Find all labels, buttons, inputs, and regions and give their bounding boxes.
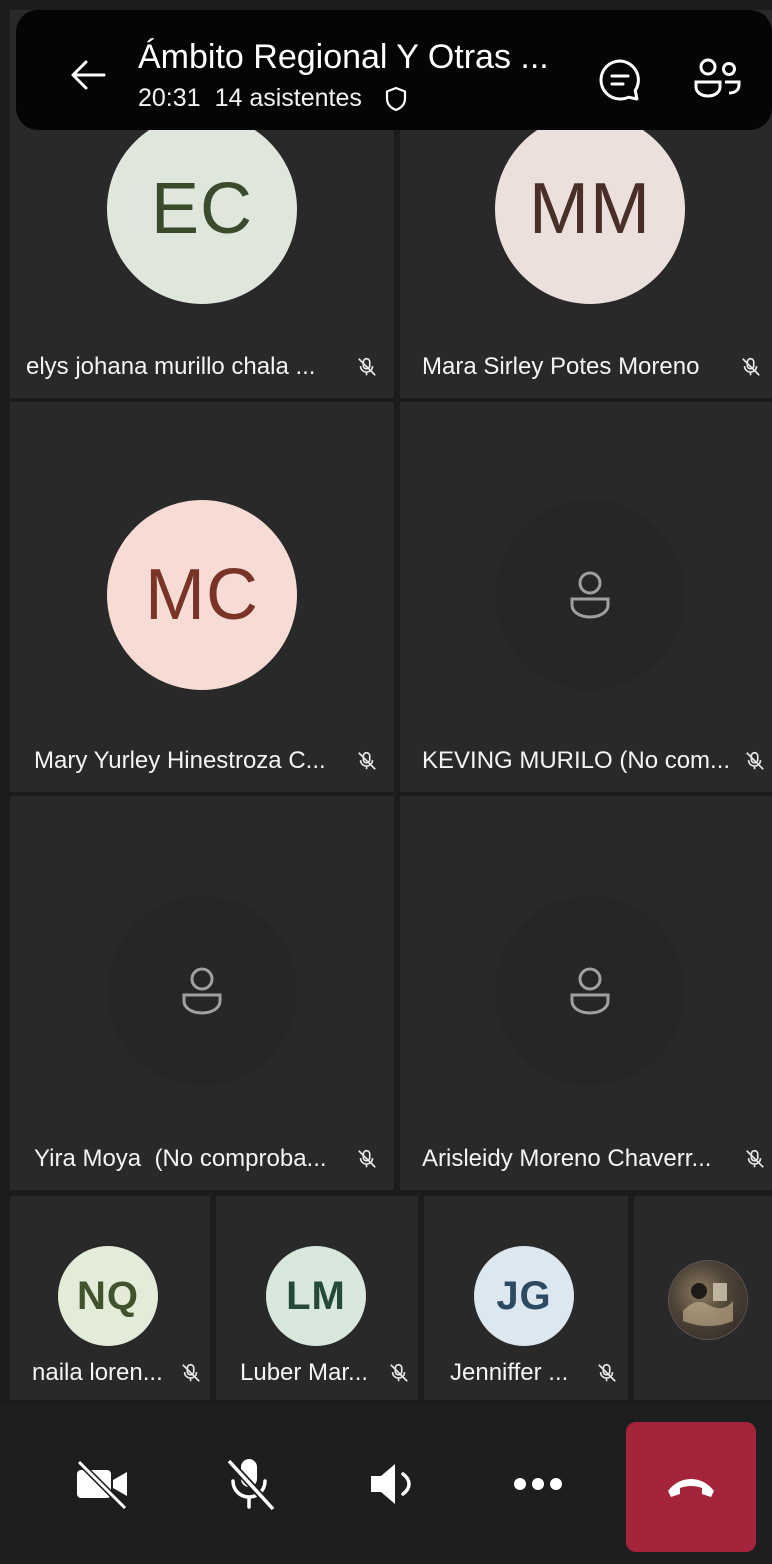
participant-name: Arisleidy Moreno Chaverr... bbox=[422, 1145, 712, 1172]
mic-off-icon bbox=[390, 1363, 408, 1382]
participant-tile[interactable]: KEVING MURILO (No com... bbox=[400, 402, 772, 792]
participant-tile-small[interactable] bbox=[634, 1196, 772, 1400]
more-options-button[interactable] bbox=[506, 1452, 570, 1516]
avatar: LM bbox=[266, 1246, 366, 1346]
participant-tile[interactable]: MC Mary Yurley Hinestroza C... bbox=[10, 402, 394, 792]
photo-thumbnail bbox=[683, 1283, 733, 1326]
participant-label: elys johana murillo chala ... bbox=[26, 352, 378, 382]
mic-off-icon bbox=[358, 357, 376, 376]
mic-off-icon bbox=[182, 1363, 200, 1382]
mic-off-icon bbox=[746, 1149, 764, 1168]
mic-off-icon bbox=[598, 1363, 616, 1382]
meeting-title: Ámbito Regional Y Otras ... bbox=[138, 38, 549, 76]
avatar: MM bbox=[495, 114, 685, 304]
avatar: MC bbox=[107, 500, 297, 690]
hang-up-icon bbox=[668, 1479, 714, 1497]
chat-icon[interactable] bbox=[596, 56, 644, 104]
participant-tile-small[interactable]: NQ naila loren... bbox=[10, 1196, 210, 1400]
participant-label: Luber Mar... bbox=[240, 1358, 410, 1388]
avatar-placeholder bbox=[495, 896, 685, 1086]
camera-toggle-button[interactable] bbox=[70, 1452, 134, 1516]
speaker-icon bbox=[371, 1464, 411, 1504]
participant-tile-small[interactable]: JG Jenniffer ... bbox=[424, 1196, 628, 1400]
call-header: Ámbito Regional Y Otras ... 20:31 14 asi… bbox=[16, 10, 772, 130]
avatar: NQ bbox=[58, 1246, 158, 1346]
meeting-subtitle: 20:31 14 asistentes bbox=[138, 84, 408, 113]
participant-name: Mary Yurley Hinestroza C... bbox=[34, 747, 326, 774]
participant-tile[interactable]: Arisleidy Moreno Chaverr... bbox=[400, 796, 772, 1190]
avatar-placeholder bbox=[107, 896, 297, 1086]
person-icon bbox=[570, 571, 610, 619]
participant-tile-small[interactable]: LM Luber Mar... bbox=[216, 1196, 418, 1400]
mic-off-icon bbox=[358, 751, 376, 770]
avatar: EC bbox=[107, 114, 297, 304]
arrow-left-icon[interactable] bbox=[64, 50, 114, 100]
shield-icon bbox=[385, 86, 406, 111]
participant-label: Yira Moya (No comproba... bbox=[34, 1144, 378, 1174]
avatar-placeholder bbox=[495, 500, 685, 690]
person-icon bbox=[182, 967, 222, 1015]
mic-off-icon bbox=[742, 357, 760, 376]
participant-name: Jenniffer ... bbox=[450, 1359, 569, 1386]
person-icon bbox=[570, 967, 610, 1015]
participant-tile[interactable]: Yira Moya (No comproba... bbox=[10, 796, 394, 1190]
mic-off-icon bbox=[358, 1149, 376, 1168]
more-icon bbox=[514, 1478, 562, 1490]
mic-toggle-button[interactable] bbox=[218, 1452, 282, 1516]
participant-label: naila loren... bbox=[32, 1358, 202, 1388]
attendee-count: 14 asistentes bbox=[214, 84, 362, 112]
participant-name: Luber Mar... bbox=[240, 1359, 369, 1386]
participant-name: elys johana murillo chala ... bbox=[26, 353, 316, 380]
participant-label: Mara Sirley Potes Moreno bbox=[422, 352, 762, 382]
participant-name: Mara Sirley Potes Moreno bbox=[422, 353, 700, 380]
call-duration: 20:31 bbox=[138, 84, 201, 112]
avatar-photo bbox=[668, 1260, 748, 1340]
participant-name: KEVING MURILO (No com... bbox=[422, 747, 731, 774]
participant-label: Jenniffer ... bbox=[450, 1358, 618, 1388]
participant-label: KEVING MURILO (No com... bbox=[422, 746, 766, 776]
avatar: JG bbox=[474, 1246, 574, 1346]
hang-up-button[interactable] bbox=[626, 1422, 756, 1552]
call-toolbar bbox=[0, 1404, 772, 1564]
participant-label: Arisleidy Moreno Chaverr... bbox=[422, 1144, 766, 1174]
participant-label: Mary Yurley Hinestroza C... bbox=[34, 746, 378, 776]
meeting-screen: EC elys johana murillo chala ... MM Mara… bbox=[0, 0, 772, 1564]
participant-name: Yira Moya (No comproba... bbox=[34, 1145, 327, 1172]
mic-off-icon bbox=[746, 751, 764, 770]
participant-name: naila loren... bbox=[32, 1359, 163, 1386]
speaker-button[interactable] bbox=[362, 1452, 426, 1516]
people-icon[interactable] bbox=[692, 56, 742, 102]
camera-off-icon bbox=[76, 1459, 128, 1510]
mic-off-icon bbox=[226, 1458, 276, 1512]
